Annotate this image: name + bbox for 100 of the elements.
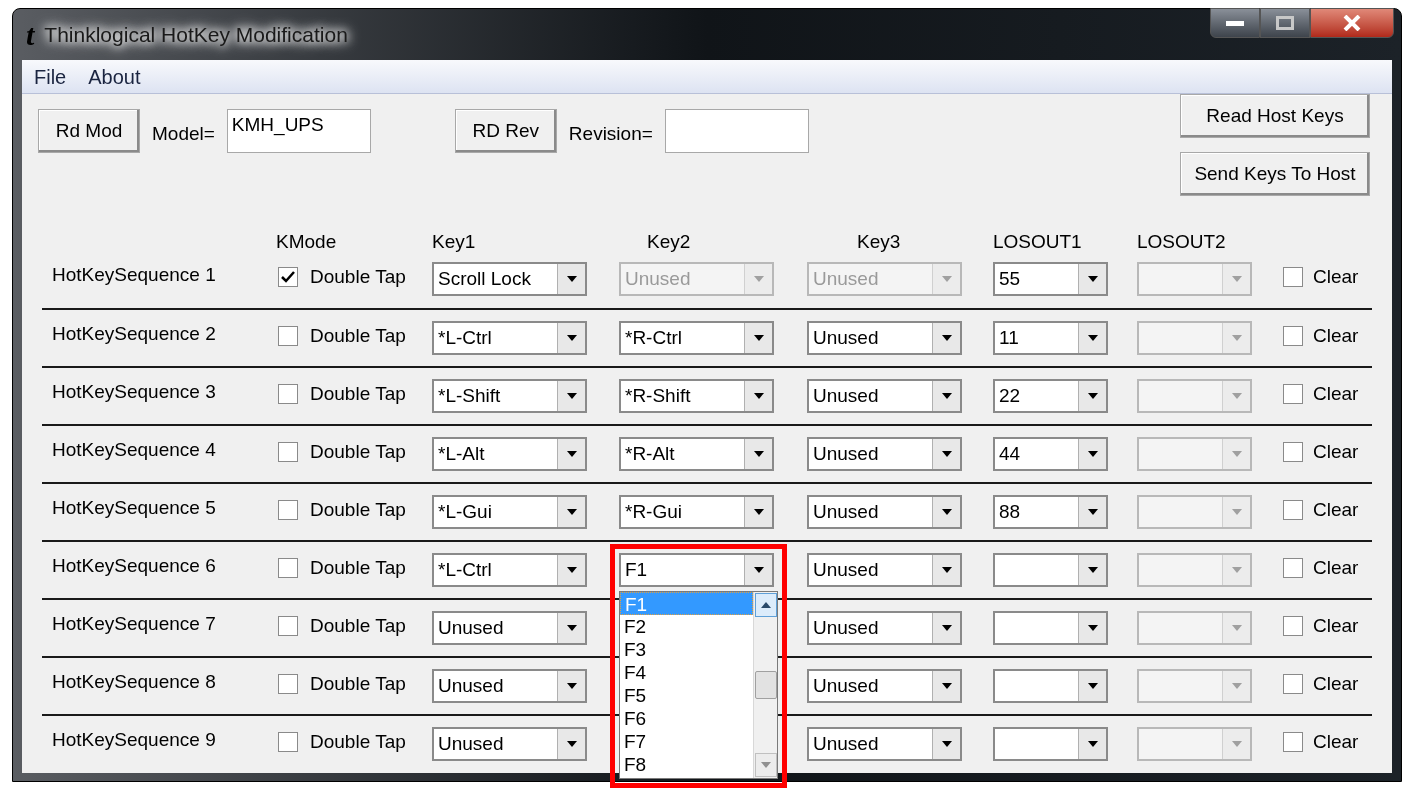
dropdown[interactable]: 22: [993, 379, 1108, 413]
checkbox[interactable]: [1283, 384, 1303, 404]
checkbox-label: Clear: [1313, 381, 1359, 406]
dropdown[interactable]: Scroll Lock: [432, 262, 587, 296]
list-option[interactable]: F8: [620, 753, 753, 776]
menu-item[interactable]: About: [88, 61, 141, 92]
dropdown[interactable]: Unused: [807, 495, 962, 529]
dropdown[interactable]: [993, 727, 1108, 761]
dropdown[interactable]: Unused: [807, 669, 962, 703]
caret-icon: [941, 741, 952, 747]
caret-icon: [1087, 683, 1098, 689]
scroll-down-button[interactable]: [754, 753, 777, 777]
checkbox[interactable]: [278, 384, 298, 404]
checkbox[interactable]: [278, 732, 298, 752]
checkbox[interactable]: [1283, 267, 1303, 287]
caret-icon: [753, 393, 764, 399]
checkbox[interactable]: [1283, 558, 1303, 578]
revision-field[interactable]: [664, 109, 809, 153]
list-option[interactable]: F3: [620, 638, 753, 661]
caret-icon: [1087, 567, 1098, 573]
push-button[interactable]: RD Rev: [454, 109, 557, 153]
caret-icon: [566, 276, 577, 282]
checkbox-label: Double Tap: [310, 381, 406, 406]
scroll-up-button[interactable]: [754, 593, 777, 617]
caret-icon: [941, 393, 952, 399]
checkbox[interactable]: [278, 442, 298, 462]
menu-item[interactable]: File: [34, 61, 67, 92]
checkbox[interactable]: [278, 616, 298, 636]
row-label: HotKeySequence 5: [51, 495, 217, 520]
down-arrow-icon: [760, 762, 771, 768]
maximize-button[interactable]: [1260, 8, 1310, 38]
dropdown[interactable]: Unused: [432, 611, 587, 645]
dropdown[interactable]: *R-Alt: [619, 437, 774, 471]
checkbox[interactable]: [1283, 674, 1303, 694]
dropdown[interactable]: [993, 611, 1108, 645]
dropdown[interactable]: [993, 553, 1108, 587]
dropdown[interactable]: *L-Alt: [432, 437, 587, 471]
push-button[interactable]: Read Host Keys: [1180, 94, 1370, 138]
dropdown[interactable]: *R-Shift: [619, 379, 774, 413]
checkbox[interactable]: [278, 326, 298, 346]
dropdown[interactable]: *R-Ctrl: [619, 321, 774, 355]
dropdown[interactable]: *L-Shift: [432, 379, 587, 413]
list-option[interactable]: F5: [620, 684, 753, 707]
caret-icon: [566, 509, 577, 515]
push-button[interactable]: Send Keys To Host: [1180, 152, 1370, 196]
dropdown[interactable]: 88: [993, 495, 1108, 529]
checkbox[interactable]: [1283, 616, 1303, 636]
caret-icon: [753, 276, 764, 282]
caret-icon: [566, 451, 577, 457]
scrollbar[interactable]: [753, 592, 777, 778]
checkbox[interactable]: [278, 267, 298, 287]
dropdown[interactable]: Unused: [807, 727, 962, 761]
dropdown[interactable]: Unused: [807, 611, 962, 645]
dropdown[interactable]: F1: [619, 553, 774, 587]
dropdown[interactable]: Unused: [807, 553, 962, 587]
caret-icon: [753, 335, 764, 341]
caret-icon: [1231, 683, 1242, 689]
checkbox[interactable]: [1283, 442, 1303, 462]
dropdown[interactable]: *L-Ctrl: [432, 553, 587, 587]
field-label: Revision=: [568, 121, 653, 146]
checkbox[interactable]: [1283, 732, 1303, 752]
scroll-thumb[interactable]: [754, 671, 777, 699]
close-button[interactable]: [1310, 8, 1394, 38]
column-header: LOSOUT2: [1137, 230, 1227, 254]
checkbox-label: Double Tap: [310, 613, 406, 638]
dropdown[interactable]: Unused: [807, 321, 962, 355]
list-option[interactable]: F6: [620, 707, 753, 730]
list-option[interactable]: F7: [620, 730, 753, 753]
dropdown[interactable]: Unused: [807, 437, 962, 471]
dropdown[interactable]: 44: [993, 437, 1108, 471]
checkbox[interactable]: [278, 674, 298, 694]
dropdown[interactable]: Unused: [432, 727, 587, 761]
minimize-button[interactable]: [1210, 8, 1260, 38]
caret-icon: [1087, 451, 1098, 457]
caret-icon: [1231, 509, 1242, 515]
dropdown[interactable]: *L-Gui: [432, 495, 587, 529]
dropdown[interactable]: Unused: [432, 669, 587, 703]
dropdown[interactable]: 55: [993, 262, 1108, 296]
dropdown[interactable]: 11: [993, 321, 1108, 355]
checkbox[interactable]: [278, 500, 298, 520]
checkbox[interactable]: [1283, 326, 1303, 346]
push-button[interactable]: Rd Mod: [38, 109, 140, 153]
dropdown[interactable]: *R-Gui: [619, 495, 774, 529]
dropdown[interactable]: Unused: [807, 379, 962, 413]
dropdown[interactable]: [993, 669, 1108, 703]
check-icon: [281, 271, 295, 283]
caret-icon: [566, 393, 577, 399]
list-option[interactable]: F2: [620, 615, 753, 638]
row-label: HotKeySequence 6: [51, 553, 217, 578]
caret-icon: [1087, 276, 1098, 282]
caret-icon: [1231, 393, 1242, 399]
model-field[interactable]: KMH_UPS: [226, 109, 371, 153]
row-label: HotKeySequence 3: [51, 379, 217, 404]
checkbox-label: Clear: [1313, 729, 1359, 754]
list-option[interactable]: F4: [620, 661, 753, 684]
dropdown[interactable]: *L-Ctrl: [432, 321, 587, 355]
checkbox[interactable]: [278, 558, 298, 578]
checkbox[interactable]: [1283, 500, 1303, 520]
checkbox-label: Clear: [1313, 264, 1359, 289]
checkbox-label: Double Tap: [310, 555, 406, 580]
